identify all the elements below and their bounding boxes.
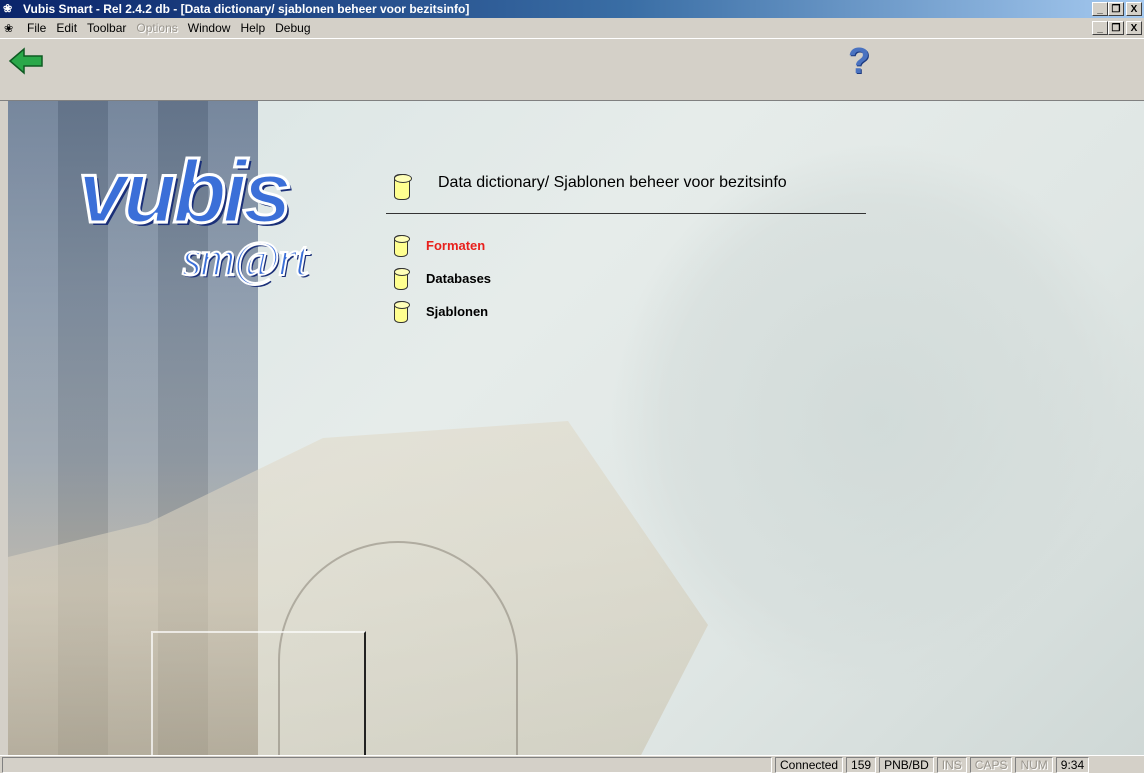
- window-title: Vubis Smart - Rel 2.4.2 db - [Data dicti…: [23, 2, 470, 16]
- window-controls: _ ❐ X: [1092, 2, 1142, 16]
- main-content: vubis sm@rt Data dictionary/ Sjablonen b…: [8, 101, 1144, 755]
- option-label: Databases: [426, 271, 492, 286]
- logo-smart-text: sm@rt: [181, 229, 310, 287]
- vubis-smart-logo: vubis sm@rt: [77, 131, 348, 301]
- database-icon: [394, 174, 412, 200]
- title-bar[interactable]: ❀ Vubis Smart - Rel 2.4.2 db - [Data dic…: [0, 0, 1144, 18]
- option-sjablonen[interactable]: Sjablonen: [394, 295, 491, 328]
- application-window: ❀ Vubis Smart - Rel 2.4.2 db - [Data dic…: [0, 0, 1144, 773]
- status-ins: INS: [936, 756, 967, 773]
- left-arrow-icon: [8, 47, 43, 75]
- menu-bar: ❀ File Edit Toolbar Options Window Help …: [0, 18, 1144, 38]
- menu-help[interactable]: Help: [236, 21, 271, 35]
- menu-window[interactable]: Window: [184, 21, 237, 35]
- status-connection: Connected: [775, 756, 844, 773]
- status-bar: Connected 159 PNB/BD INS CAPS NUM 9:34: [0, 755, 1144, 773]
- menu-edit[interactable]: Edit: [52, 21, 83, 35]
- status-code: PNB/BD: [879, 756, 934, 773]
- child-minimize-button[interactable]: _: [1092, 21, 1108, 35]
- back-button[interactable]: [8, 46, 44, 76]
- status-num: NUM: [1015, 756, 1053, 773]
- restore-button[interactable]: ❐: [1108, 2, 1124, 16]
- child-close-button[interactable]: X: [1126, 21, 1142, 35]
- help-button[interactable]: ?: [842, 41, 876, 81]
- status-count: 159: [846, 756, 877, 773]
- status-time: 9:34: [1055, 756, 1090, 773]
- option-list: Formaten Databases Sjablonen: [394, 229, 491, 328]
- page-header: Data dictionary/ Sjablonen beheer voor b…: [386, 166, 866, 214]
- minimize-button[interactable]: _: [1092, 2, 1108, 16]
- menu-debug[interactable]: Debug: [271, 21, 316, 35]
- menu-toolbar[interactable]: Toolbar: [83, 21, 132, 35]
- option-formaten[interactable]: Formaten: [394, 229, 491, 262]
- option-label: Sjablonen: [426, 304, 489, 319]
- database-icon: [394, 300, 410, 323]
- option-label: Formaten: [426, 238, 486, 253]
- status-message-area: [2, 756, 772, 773]
- database-icon: [394, 267, 410, 290]
- database-icon: [394, 234, 410, 257]
- system-menu-icon[interactable]: ❀: [4, 22, 20, 35]
- close-button[interactable]: X: [1126, 2, 1142, 16]
- background-frame: [151, 631, 366, 755]
- app-icon: ❀: [3, 3, 13, 15]
- logo-vubis-text: vubis: [77, 141, 294, 243]
- option-databases[interactable]: Databases: [394, 262, 491, 295]
- status-caps: CAPS: [969, 756, 1013, 773]
- menu-file[interactable]: File: [23, 21, 52, 35]
- menu-options: Options: [136, 21, 178, 35]
- page-title: Data dictionary/ Sjablonen beheer voor b…: [438, 174, 787, 191]
- toolbar: ?: [0, 38, 1144, 101]
- child-restore-button[interactable]: ❐: [1108, 21, 1124, 35]
- child-window-controls: _ ❐ X: [1092, 21, 1142, 35]
